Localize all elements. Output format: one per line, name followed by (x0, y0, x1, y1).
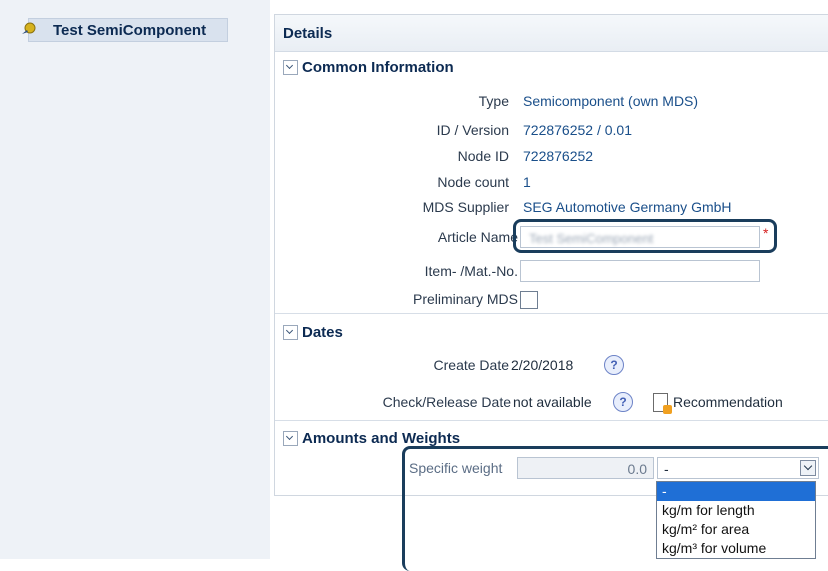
section-common-information[interactable]: Common Information (283, 55, 454, 79)
section-divider (275, 420, 828, 421)
tree-node-test-semicomponent[interactable]: Test SemiComponent (22, 18, 228, 42)
node-id-label: Node ID (457, 148, 509, 164)
item-mat-no-label: Item- /Mat.-No. (424, 263, 518, 279)
section-title: Dates (302, 323, 343, 341)
unit-option[interactable]: kg/m³ for volume (657, 539, 815, 558)
mds-supplier-label: MDS Supplier (422, 199, 509, 215)
type-value: Semicomponent (own MDS) (523, 93, 699, 109)
help-icon[interactable]: ? (604, 355, 624, 375)
id-version-value: 722876252 / 0.01 (523, 122, 632, 138)
semicomponent-icon (22, 22, 36, 34)
item-mat-no-input[interactable] (520, 260, 760, 282)
navigation-tree: Test SemiComponent (0, 0, 270, 559)
tree-node-label: Test SemiComponent (53, 21, 207, 39)
section-divider (275, 313, 828, 314)
help-icon[interactable]: ? (613, 392, 633, 412)
section-dates[interactable]: Dates (283, 320, 343, 344)
unit-option[interactable]: kg/m² for area (657, 520, 815, 539)
preliminary-mds-label: Preliminary MDS (412, 291, 518, 307)
preliminary-mds-checkbox[interactable] (520, 291, 538, 309)
id-version-label: ID / Version (436, 122, 509, 138)
node-id-value: 722876252 (523, 148, 594, 164)
panel-title: Details (283, 25, 333, 42)
type-label: Type (478, 93, 509, 109)
create-date-value: 2/20/2018 (511, 357, 574, 373)
collapse-chevron-icon[interactable] (283, 430, 298, 446)
section-title: Amounts and Weights (302, 429, 461, 447)
article-name-label: Article Name (437, 229, 518, 245)
section-title: Common Information (302, 58, 454, 76)
article-name-highlight (513, 219, 777, 253)
create-date-label: Create Date (433, 357, 509, 373)
collapse-chevron-icon[interactable] (283, 59, 298, 75)
mds-supplier-value: SEG Automotive Germany GmbH (523, 199, 732, 215)
check-release-date-label: Check/Release Date (382, 394, 511, 410)
panel-header: Details (275, 15, 828, 52)
unit-options-list[interactable]: - kg/m for length kg/m² for area kg/m³ f… (656, 481, 816, 559)
unit-option[interactable]: kg/m for length (657, 501, 815, 520)
collapse-chevron-icon[interactable] (283, 324, 298, 340)
node-count-label: Node count (437, 174, 509, 190)
document-icon[interactable] (653, 393, 672, 414)
details-panel: Details Common Information Type Semicomp… (274, 14, 828, 496)
check-release-date-value: not available (513, 394, 592, 410)
recommendation-link[interactable]: Recommendation (673, 394, 783, 410)
node-count-value: 1 (523, 174, 531, 190)
unit-option[interactable]: - (657, 482, 815, 501)
